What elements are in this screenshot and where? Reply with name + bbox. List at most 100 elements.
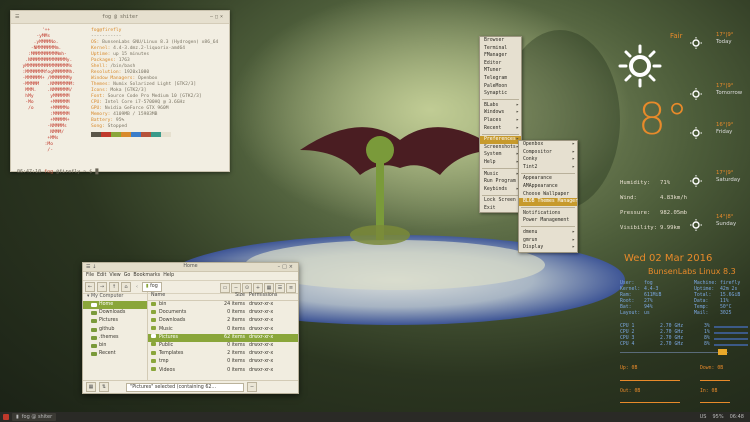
folder-icon xyxy=(151,326,156,331)
menu-item-browser[interactable]: Browser xyxy=(480,37,521,45)
taskbar-task[interactable]: ▮ fog @ shiter xyxy=(12,413,57,421)
menu-item-system[interactable]: System xyxy=(480,151,521,159)
menu-item-notifications[interactable]: Notifications xyxy=(519,210,577,218)
menu-item-exit[interactable]: Exit xyxy=(480,205,521,213)
terminal-menu-icon[interactable]: ☰ xyxy=(15,11,19,23)
menu-item-gmrun[interactable]: gmrun xyxy=(519,237,577,245)
menu-item-fmanager[interactable]: FManager xyxy=(480,52,521,60)
up-icon[interactable]: ↑ xyxy=(109,282,119,292)
menu-item-display[interactable]: Display xyxy=(519,244,577,252)
sidebar-item-themes[interactable]: .themes xyxy=(83,334,147,342)
menu-item-conky[interactable]: Conky xyxy=(519,156,577,164)
menu-launcher-icon[interactable] xyxy=(3,414,9,420)
terminal-titlebar[interactable]: ☰ fog @ shiter –□× xyxy=(11,11,229,24)
root-menu[interactable]: Browser Terminal FManager Editor MTuner Teleg… xyxy=(479,36,522,214)
clock[interactable]: 06:48 xyxy=(730,414,744,420)
system-tray: US 95% 06:48 xyxy=(700,414,744,420)
menu-item-mtuner[interactable]: MTuner xyxy=(480,67,521,75)
sidebar-item-home[interactable]: Home xyxy=(83,301,147,310)
fm-menu-help[interactable]: Help xyxy=(163,272,174,280)
fm-sidebar[interactable]: ▾ My Computer Home Downloads Pictures githu… xyxy=(83,292,148,381)
table-row[interactable]: Templates 2 items drwxr-xr-x xyxy=(148,350,298,358)
sidebar-item-recent[interactable]: Recent xyxy=(83,350,147,358)
terminal-prompt[interactable]: 06:47:10 fog @firefly ~ $ █ xyxy=(17,169,98,175)
fm-window-menu-icon[interactable]: ☰ ↓ xyxy=(86,263,96,271)
menu-item-help[interactable]: Help xyxy=(480,159,521,167)
breadcrumb-left-arrow[interactable]: ‹ xyxy=(136,285,138,290)
menu-item-appearance[interactable]: Appearance xyxy=(519,175,577,183)
sun-icon xyxy=(618,44,662,88)
table-row[interactable]: Pictures 62 items drwxr-xr-x xyxy=(148,333,298,342)
menu-item-preferences[interactable]: Preferences xyxy=(480,136,521,144)
menu-item-choose-wallpaper[interactable]: Choose Wallpaper xyxy=(519,191,577,199)
terminal-window[interactable]: ☰ fog @ shiter –□× '++ -yMMs .yMMMMNo. -… xyxy=(10,10,230,175)
sys-row: Layout: us Mail: 3025 xyxy=(620,311,744,317)
info-key: Shell: xyxy=(91,64,108,69)
breadcrumb[interactable]: ▮ fog xyxy=(141,282,162,292)
col-name[interactable]: Name xyxy=(148,292,206,300)
col-permissions[interactable]: Permissions xyxy=(249,292,298,300)
cursor: █ xyxy=(95,169,99,175)
net-up-graph xyxy=(620,380,680,381)
menu-item-blob-themes-manager[interactable]: BLOB Themes Manager xyxy=(519,198,578,206)
keyboard-layout[interactable]: US xyxy=(700,414,707,420)
sidebar-item-bin[interactable]: bin xyxy=(83,342,147,350)
table-row[interactable]: Videos 0 items drwxr-xr-x xyxy=(148,367,298,375)
back-icon[interactable]: ← xyxy=(85,282,95,292)
sys-cell: Layout: xyxy=(620,311,641,316)
preferences-menu[interactable]: OpenboxCompositorConkyTint2 AppearanceAMA… xyxy=(518,140,578,253)
menu-item-amappearance[interactable]: AMAppearance xyxy=(519,183,577,191)
sidebar-item-github[interactable]: github xyxy=(83,326,147,334)
table-row[interactable]: Music 0 items drwxr-xr-x xyxy=(148,326,298,334)
fm-list-header[interactable]: Name Size Permissions xyxy=(148,292,298,301)
fm-window-controls[interactable]: –□× xyxy=(278,263,295,271)
tree-toggle-icon[interactable]: ⇅ xyxy=(99,382,109,392)
menu-item-keybinds[interactable]: Keybinds xyxy=(480,186,521,194)
weather-stat-row: Visibility: 9.99km xyxy=(620,221,730,236)
forward-icon[interactable]: → xyxy=(97,282,107,292)
menu-item-windows[interactable]: Windows xyxy=(480,109,521,117)
menu-item-telegram[interactable]: Telegram xyxy=(480,75,521,83)
file-manager-window[interactable]: ☰ ↓ Home –□× File Edit View Go Bookmarks Help… xyxy=(82,262,299,394)
fm-titlebar[interactable]: ☰ ↓ Home –□× xyxy=(83,263,298,272)
fm-menubar[interactable]: File Edit View Go Bookmarks Help xyxy=(83,272,298,281)
sidebar-item-downloads[interactable]: Downloads xyxy=(83,309,147,317)
menu-item-dmenu[interactable]: dmenu xyxy=(519,229,577,237)
menu-item-editor[interactable]: Editor xyxy=(480,60,521,68)
table-row[interactable]: Documents 0 items drwxr-xr-x xyxy=(148,309,298,317)
menu-item-synaptic[interactable]: Synaptic xyxy=(480,90,521,98)
file-name: Downloads xyxy=(159,318,186,324)
sidebar-item-pictures[interactable]: Pictures xyxy=(83,317,147,325)
window-controls[interactable]: –□× xyxy=(210,11,225,23)
menu-item-tint2[interactable]: Tint2 xyxy=(519,164,577,172)
fm-menu-file[interactable]: File xyxy=(86,272,94,280)
fm-menu-edit[interactable]: Edit xyxy=(97,272,106,280)
col-size[interactable]: Size xyxy=(206,292,249,300)
file-name-cell: Public xyxy=(148,342,206,350)
table-row[interactable]: tmp 0 items drwxr-xr-x xyxy=(148,358,298,366)
menu-item-run-program[interactable]: Run Program xyxy=(480,178,521,186)
fm-file-list[interactable]: Name Size Permissions bin 24 items drwxr-x… xyxy=(148,292,298,381)
fm-menu-go[interactable]: Go xyxy=(124,272,131,280)
menu-item-palemoon[interactable]: PaleMoon xyxy=(480,83,521,91)
menu-item-screenshots[interactable]: Screenshots xyxy=(480,144,521,152)
status-slider-icon[interactable]: ─ xyxy=(247,382,257,392)
menu-item-music[interactable]: Music xyxy=(480,171,521,179)
menu-item-places[interactable]: Places xyxy=(480,117,521,125)
fm-menu-bookmarks[interactable]: Bookmarks xyxy=(133,272,160,280)
menu-item-compositor[interactable]: Compositor xyxy=(519,149,577,157)
battery-level[interactable]: 95% xyxy=(712,414,723,420)
table-row[interactable]: Downloads 2 items drwxr-xr-x xyxy=(148,317,298,325)
menu-item-lock-screen[interactable]: Lock Screen xyxy=(480,197,521,205)
places-toggle-icon[interactable]: ▦ xyxy=(86,382,96,392)
menu-item-recent[interactable]: Recent xyxy=(480,125,521,133)
home-icon[interactable]: ⌂ xyxy=(121,282,131,292)
menu-item-blabs[interactable]: BLabs xyxy=(480,102,521,110)
menu-item-terminal[interactable]: Terminal xyxy=(480,45,521,53)
menu-item-openbox[interactable]: Openbox xyxy=(519,141,577,149)
menu-item-power-management[interactable]: Power Management xyxy=(519,217,577,225)
fm-menu-view[interactable]: View xyxy=(109,272,120,280)
cpu-bar xyxy=(713,338,748,340)
table-row[interactable]: bin 24 items drwxr-xr-x xyxy=(148,301,298,309)
table-row[interactable]: Public 0 items drwxr-xr-x xyxy=(148,342,298,350)
